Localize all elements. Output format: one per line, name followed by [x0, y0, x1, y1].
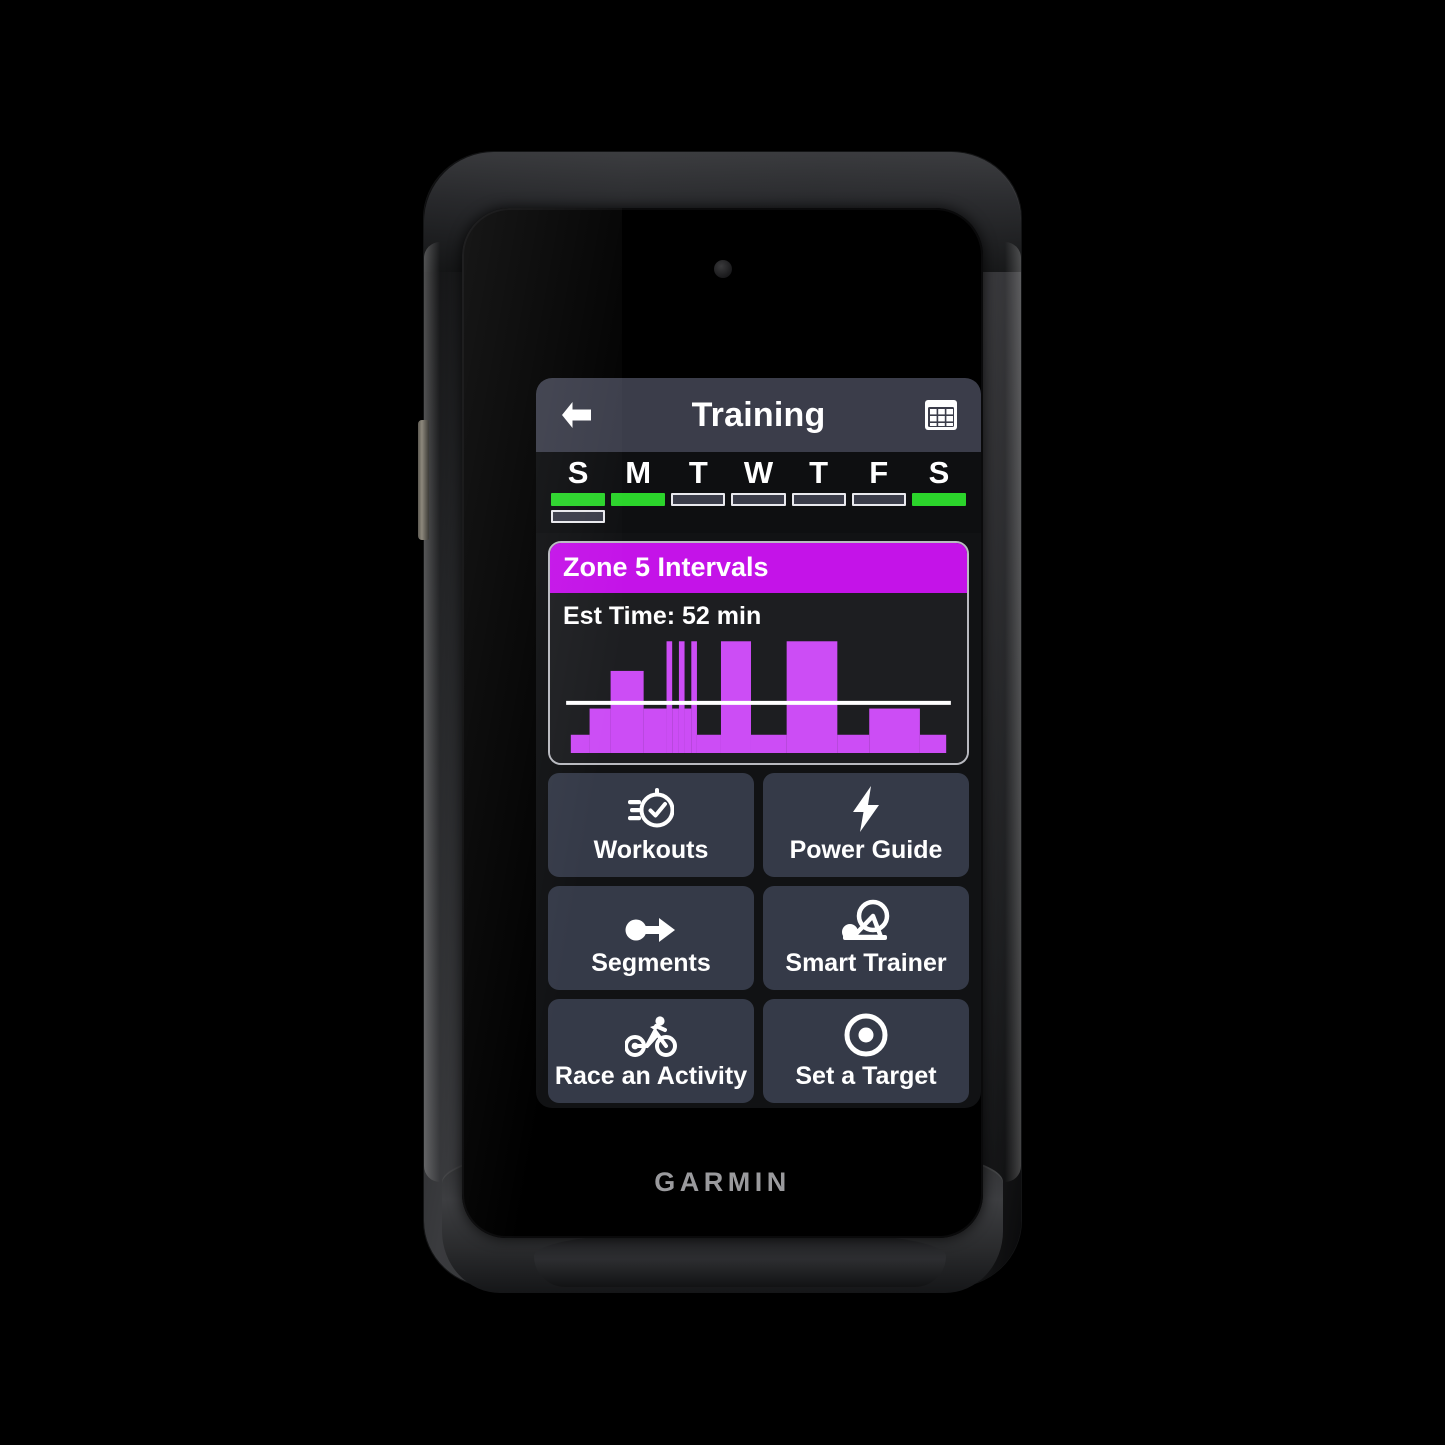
week-day-bar-planned — [551, 510, 606, 523]
workout-step-11-recovery — [750, 734, 787, 753]
week-day-4[interactable]: T — [789, 456, 849, 523]
device-side-button[interactable] — [418, 420, 429, 540]
workout-step-10-interval — [720, 641, 751, 753]
workout-step-15-cooldown — [919, 734, 947, 753]
target-icon — [843, 1012, 889, 1058]
workout-step-0-warmup — [570, 734, 590, 753]
garmin-wordmark: GARMIN — [654, 1167, 791, 1197]
cyclist-icon — [625, 1012, 677, 1058]
week-day-3[interactable]: W — [728, 456, 788, 523]
week-day-bars — [608, 493, 668, 506]
workout-step-8-interval — [691, 641, 697, 753]
back-arrow-icon — [562, 402, 591, 428]
lightning-bolt-icon — [849, 785, 883, 832]
week-day-bar-planned — [791, 493, 846, 506]
workout-profile-svg — [563, 641, 954, 753]
workout-step-2-build — [610, 670, 644, 753]
workout-step-1-warmup — [589, 708, 611, 753]
workout-step-4-interval — [666, 641, 673, 753]
week-day-letter: W — [743, 455, 774, 490]
tile-smart-trainer[interactable]: Smart Trainer — [763, 886, 969, 990]
week-day-letter: T — [688, 455, 708, 490]
week-day-bars — [668, 493, 728, 506]
week-day-bar-planned — [671, 493, 726, 506]
tile-label: Race an Activity — [554, 1061, 748, 1090]
week-day-bars — [909, 493, 969, 506]
week-strip: S M TWT F S — [536, 452, 981, 533]
tile-set-a-target[interactable]: Set a Target — [763, 999, 969, 1103]
smart-trainer-icon — [841, 899, 891, 945]
week-day-letter: S — [928, 455, 950, 490]
workout-power-profile-chart — [563, 635, 954, 753]
week-day-bar-planned — [851, 493, 906, 506]
workout-card-wrapper: Zone 5 Intervals Est Time: 52 min — [536, 533, 981, 765]
tile-label: Workouts — [593, 835, 709, 864]
tile-label: Set a Target — [795, 1061, 937, 1090]
screenshot-root: Training S M T W T F S Zone 5 Intervals … — [0, 0, 1445, 1445]
calendar-icon — [925, 400, 957, 430]
week-day-0[interactable]: S — [548, 456, 608, 523]
tile-race-an-activity[interactable]: Race an Activity — [548, 999, 754, 1103]
tile-power-guide[interactable]: Power Guide — [763, 773, 969, 877]
week-day-bar-done — [611, 493, 666, 506]
garmin-device-body: Training S M T W T F S Zone 5 Intervals … — [418, 152, 1021, 1293]
workout-step-9-recovery — [696, 734, 721, 753]
device-left-edge-highlight — [424, 242, 440, 1182]
tile-workouts[interactable]: Workouts — [548, 773, 754, 877]
week-day-bars — [789, 493, 849, 506]
week-day-5[interactable]: F — [849, 456, 909, 523]
title-bar: Training — [536, 378, 981, 452]
segment-arrow-icon — [625, 899, 677, 945]
ambient-light-sensor — [713, 260, 732, 278]
calendar-button[interactable] — [919, 393, 963, 437]
workout-step-6-interval — [678, 641, 685, 753]
workout-name: Zone 5 Intervals — [550, 543, 967, 593]
week-day-2[interactable]: T — [668, 456, 728, 523]
workout-step-12-interval — [786, 641, 838, 753]
week-day-1[interactable]: M — [608, 456, 668, 523]
tile-segments[interactable]: Segments — [548, 886, 754, 990]
workout-step-5-recovery — [672, 708, 679, 753]
week-day-6[interactable]: S — [909, 456, 969, 523]
stopwatch-icon — [628, 786, 674, 832]
page-title: Training — [691, 395, 826, 434]
tile-label: Segments — [591, 948, 711, 977]
workout-card-body: Est Time: 52 min — [550, 593, 967, 763]
device-right-edge-highlight — [1005, 242, 1021, 1182]
training-screen: Training S M T W T F S Zone 5 Intervals … — [536, 378, 981, 1108]
workout-step-14-cooldown — [869, 708, 920, 753]
week-day-bar-done — [911, 493, 966, 506]
back-button[interactable] — [554, 393, 598, 437]
week-day-letter: M — [625, 455, 652, 490]
week-day-bars — [849, 493, 909, 506]
training-menu-grid: Workouts Power Guide Segments Smart Trainer… — [536, 765, 981, 1108]
device-screen-glass: Training S M T W T F S Zone 5 Intervals … — [462, 208, 983, 1238]
workout-card[interactable]: Zone 5 Intervals Est Time: 52 min — [548, 541, 969, 765]
week-day-bars — [548, 493, 608, 523]
tile-label: Power Guide — [789, 835, 943, 864]
device-bumper-lip — [534, 1233, 946, 1287]
week-day-letter: F — [869, 455, 889, 490]
workout-step-3-recovery — [643, 708, 667, 753]
workout-step-13-recovery — [837, 734, 870, 753]
week-day-bar-done — [551, 493, 606, 506]
week-day-letter: T — [809, 455, 829, 490]
week-day-bars — [728, 493, 788, 506]
week-day-letter: S — [567, 455, 589, 490]
tile-label: Smart Trainer — [785, 948, 947, 977]
workout-est-time: Est Time: 52 min — [563, 602, 762, 630]
workout-step-7-recovery — [684, 708, 692, 753]
week-day-cells: S M TWT F S — [548, 456, 969, 523]
week-day-bar-planned — [731, 493, 786, 506]
